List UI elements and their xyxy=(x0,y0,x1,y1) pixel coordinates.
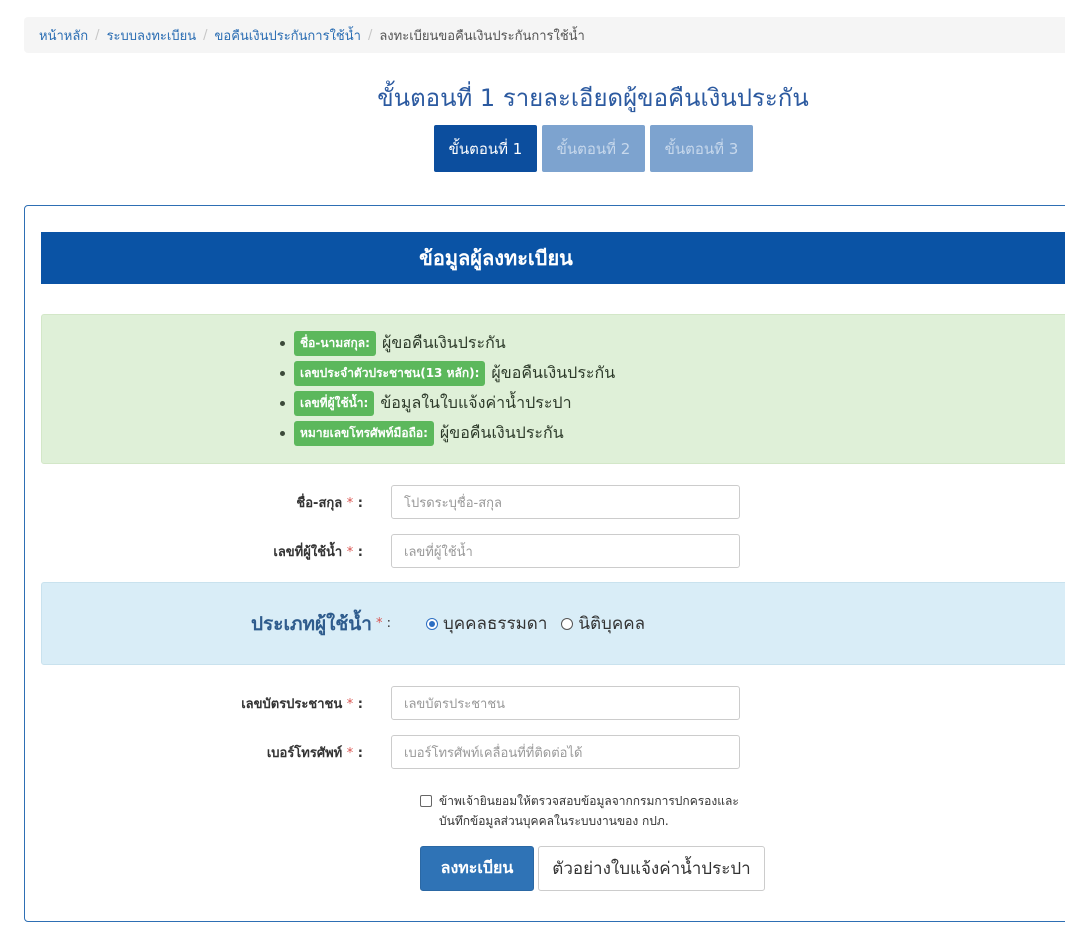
consent-checkbox[interactable] xyxy=(420,795,432,807)
breadcrumb-refund[interactable]: ขอคืนเงินประกันการใช้น้ำ xyxy=(215,25,361,46)
phone-label-text: เบอร์โทรศัพท์ xyxy=(266,745,343,761)
info-badge: เลขประจำตัวประชาชน(13 หลัก): xyxy=(294,360,486,386)
register-button[interactable]: ลงทะเบียน xyxy=(420,846,534,891)
sample-bill-button[interactable]: ตัวอย่างใบแจ้งค่าน้ำประปา xyxy=(538,846,765,891)
name-label-text: ชื่อ-สกุล xyxy=(296,495,343,511)
user-type-box: ประเภทผู้ใช้น้ำ * : บุคคลธรรมดา นิติบุคค… xyxy=(41,582,1065,665)
info-text: ผู้ขอคืนเงินประกัน xyxy=(439,422,564,442)
user-type-label: ประเภทผู้ใช้น้ำ * : xyxy=(42,583,400,664)
breadcrumb-separator: / xyxy=(95,27,100,43)
bullet-icon xyxy=(280,370,285,376)
registration-card: ข้อมูลผู้ลงทะเบียน ชื่อ-นามสกุล: ผู้ขอคื… xyxy=(24,205,1065,922)
required-mark: * xyxy=(375,616,383,631)
info-box: ชื่อ-นามสกุล: ผู้ขอคืนเงินประกัน เลขประจ… xyxy=(41,314,1065,464)
info-item: เลขประจำตัวประชาชน(13 หลัก): ผู้ขอคืนเงิ… xyxy=(280,358,615,388)
page-title: ขั้นตอนที่ 1 รายละเอียดผู้ขอคืนเงินประกั… xyxy=(377,84,809,112)
radio-individual[interactable]: บุคคลธรรมดา xyxy=(426,610,547,637)
breadcrumb-separator: / xyxy=(367,27,373,43)
info-item: ชื่อ-นามสกุล: ผู้ขอคืนเงินประกัน xyxy=(280,328,615,358)
info-text: ข้อมูลในใบแจ้งค่าน้ำประปา xyxy=(380,392,572,412)
info-text: ผู้ขอคืนเงินประกัน xyxy=(491,362,616,382)
id-card-label-text: เลขบัตรประชาชน xyxy=(241,696,343,712)
consent-line-1: ข้าพเจ้ายินยอมให้ตรวจสอบข้อมูลจากกรมการป… xyxy=(439,794,739,808)
radio-checked-icon[interactable] xyxy=(426,617,438,630)
label-colon: : xyxy=(386,616,391,631)
label-colon: : xyxy=(357,495,363,511)
required-mark: * xyxy=(346,745,354,761)
consent-text: ข้าพเจ้ายินยอมให้ตรวจสอบข้อมูลจากกรมการป… xyxy=(439,791,739,831)
bullet-icon xyxy=(280,340,285,346)
phone-label: เบอร์โทรศัพท์ * : xyxy=(41,742,391,763)
step-3-button: ขั้นตอนที่ 3 xyxy=(650,125,753,172)
user-no-label-text: เลขที่ผู้ใช้น้ำ xyxy=(273,544,343,560)
breadcrumb-home[interactable]: หน้าหลัก xyxy=(39,25,88,46)
id-card-label: เลขบัตรประชาชน * : xyxy=(41,693,391,714)
form-buttons: ลงทะเบียน ตัวอย่างใบแจ้งค่าน้ำประปา xyxy=(420,846,765,891)
step-2-button: ขั้นตอนที่ 2 xyxy=(542,125,645,172)
name-label: ชื่อ-สกุล * : xyxy=(41,492,391,513)
radio-unchecked-icon[interactable] xyxy=(561,617,574,630)
consent-row: ข้าพเจ้ายินยอมให้ตรวจสอบข้อมูลจากกรมการป… xyxy=(420,791,739,831)
radio-juristic-label: นิติบุคคล xyxy=(578,614,646,634)
bullet-icon xyxy=(280,430,285,436)
step-1-button[interactable]: ขั้นตอนที่ 1 xyxy=(434,125,537,172)
breadcrumb-registration[interactable]: ระบบลงทะเบียน xyxy=(107,25,197,46)
breadcrumb-separator: / xyxy=(203,27,208,43)
required-mark: * xyxy=(346,544,354,560)
bullet-icon xyxy=(280,400,285,406)
info-badge: เลขที่ผู้ใช้น้ำ: xyxy=(294,390,375,416)
info-badge: ชื่อ-นามสกุล: xyxy=(294,330,376,356)
user-type-radios: บุคคลธรรมดา นิติบุคคล xyxy=(426,583,645,664)
info-item: หมายเลขโทรศัพท์มือถือ: ผู้ขอคืนเงินประกั… xyxy=(280,418,615,448)
user-no-label: เลขที่ผู้ใช้น้ำ * : xyxy=(41,541,391,562)
user-type-label-suffix: * : xyxy=(376,616,391,631)
name-input[interactable]: โปรดระบุชื่อ-สกุล xyxy=(391,485,740,519)
user-type-label-text: ประเภทผู้ใช้น้ำ xyxy=(250,612,372,635)
phone-row: เบอร์โทรศัพท์ * : เบอร์โทรศัพท์เคลื่อนที… xyxy=(41,735,740,769)
step-indicator: ขั้นตอนที่ 1 ขั้นตอนที่ 2 ขั้นตอนที่ 3 xyxy=(434,125,753,172)
user-no-row: เลขที่ผู้ใช้น้ำ * : เลขที่ผู้ใช้น้ำ xyxy=(41,534,740,568)
phone-input[interactable]: เบอร์โทรศัพท์เคลื่อนที่ที่ติดต่อได้ xyxy=(391,735,740,769)
label-colon: : xyxy=(357,745,363,761)
info-item: เลขที่ผู้ใช้น้ำ: ข้อมูลในใบแจ้งค่าน้ำประ… xyxy=(280,388,615,418)
radio-juristic[interactable]: นิติบุคคล xyxy=(561,610,645,637)
label-colon: : xyxy=(357,696,363,712)
id-card-row: เลขบัตรประชาชน * : เลขบัตรประชาชน xyxy=(41,686,740,720)
label-colon: : xyxy=(357,544,363,560)
info-badge: หมายเลขโทรศัพท์มือถือ: xyxy=(294,420,434,446)
breadcrumb: หน้าหลัก / ระบบลงทะเบียน / ขอคืนเงินประก… xyxy=(24,17,1065,53)
required-mark: * xyxy=(346,696,354,712)
id-card-input[interactable]: เลขบัตรประชาชน xyxy=(391,686,740,720)
required-mark: * xyxy=(346,495,354,511)
info-text: ผู้ขอคืนเงินประกัน xyxy=(381,332,506,352)
card-header: ข้อมูลผู้ลงทะเบียน xyxy=(41,232,1065,284)
consent-line-2: บันทึกข้อมูลส่วนบุคคลในระบบงานของ กปภ. xyxy=(439,814,669,828)
breadcrumb-current: ลงทะเบียนขอคืนเงินประกันการใช้น้ำ xyxy=(379,28,585,44)
user-no-input[interactable]: เลขที่ผู้ใช้น้ำ xyxy=(391,534,740,568)
info-list: ชื่อ-นามสกุล: ผู้ขอคืนเงินประกัน เลขประจ… xyxy=(280,328,615,448)
radio-individual-label: บุคคลธรรมดา xyxy=(443,614,548,634)
name-row: ชื่อ-สกุล * : โปรดระบุชื่อ-สกุล xyxy=(41,485,740,519)
